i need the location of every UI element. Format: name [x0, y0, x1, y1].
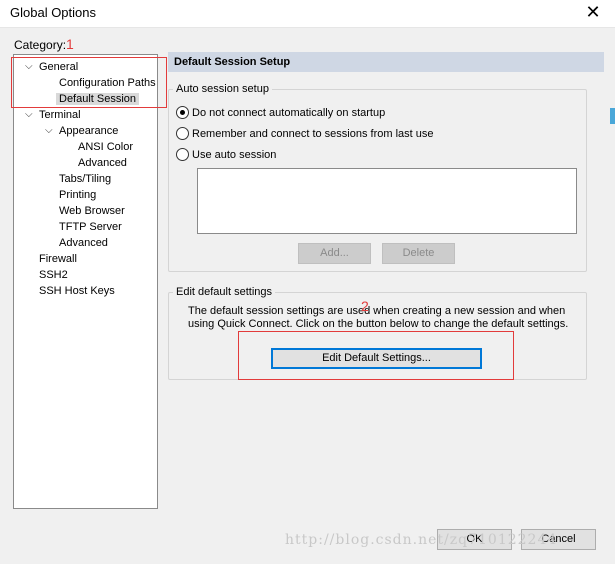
tree-item-label: Firewall: [39, 253, 77, 265]
tree-item-firewall[interactable]: Firewall: [39, 251, 77, 267]
tree-item-ssh-host-keys[interactable]: SSH Host Keys: [39, 283, 115, 299]
category-label-text: Category:: [14, 38, 67, 52]
close-icon[interactable]: ✕: [583, 2, 603, 22]
tree-item-printing[interactable]: Printing: [59, 187, 96, 203]
tree-item-ssh2[interactable]: SSH2: [39, 267, 68, 283]
delete-button[interactable]: Delete: [382, 243, 455, 264]
tree-item-label: Advanced: [59, 237, 108, 249]
tree-item-tftp-server[interactable]: TFTP Server: [59, 219, 122, 235]
tree-item-label: SSH Host Keys: [39, 285, 115, 297]
category-label: Category:1: [14, 36, 74, 52]
tree-item-label: Advanced: [78, 157, 127, 169]
chevron-down-icon[interactable]: ⌵: [45, 123, 55, 139]
radio-checked-icon[interactable]: [176, 106, 189, 119]
tree-item-label: Appearance: [59, 125, 119, 137]
tree-item-ansi-color[interactable]: ANSI Color: [78, 139, 133, 155]
radio-remember-sessions[interactable]: Remember and connect to sessions from la…: [176, 126, 434, 142]
auto-session-list[interactable]: [197, 168, 577, 234]
tree-item-label: Web Browser: [59, 205, 125, 217]
tree-item-web-browser[interactable]: Web Browser: [59, 203, 125, 219]
tree-item-terminal[interactable]: ⌵ Terminal: [25, 107, 81, 123]
chevron-down-icon[interactable]: ⌵: [25, 107, 35, 123]
tree-item-label: Printing: [59, 189, 97, 201]
radio-unchecked-icon[interactable]: [176, 148, 189, 161]
radio-do-not-connect[interactable]: Do not connect automatically on startup: [176, 105, 385, 121]
tree-item-appearance[interactable]: ⌵ Appearance: [45, 123, 119, 139]
edit-defaults-description-line1: The default session settings are used wh…: [188, 305, 566, 317]
tree-item-tabs-tiling[interactable]: Tabs/Tiling: [59, 171, 111, 187]
tree-item-appearance-advanced[interactable]: Advanced: [78, 155, 127, 171]
tree-item-label: TFTP Server: [59, 221, 122, 233]
tree-item-label: Tabs/Tiling: [59, 173, 112, 185]
add-button[interactable]: Add...: [298, 243, 371, 264]
window-title: Global Options: [10, 5, 96, 20]
edit-defaults-description-line2: using Quick Connect. Click on the button…: [188, 318, 569, 330]
edge-accent: [610, 108, 615, 124]
tree-item-label: Terminal: [39, 109, 81, 121]
category-tree[interactable]: ⌵ General Configuration Paths Default Se…: [13, 54, 158, 509]
panel-header: Default Session Setup: [168, 52, 604, 72]
annotation-marker-1: 1: [66, 36, 74, 52]
tree-item-label: SSH2: [39, 269, 68, 281]
watermark: http://blog.csdn.net/zq710122244: [285, 532, 558, 548]
annotation-box-2: [238, 331, 514, 380]
auto-session-group-title: Auto session setup: [173, 83, 272, 95]
radio-unchecked-icon[interactable]: [176, 127, 189, 140]
radio-label: Use auto session: [192, 149, 277, 161]
edit-defaults-group-title: Edit default settings: [173, 286, 276, 298]
radio-label: Remember and connect to sessions from la…: [192, 128, 434, 140]
radio-use-auto-session[interactable]: Use auto session: [176, 147, 276, 163]
annotation-marker-2: 2: [361, 298, 369, 314]
tree-item-label: ANSI Color: [78, 141, 134, 153]
radio-label: Do not connect automatically on startup: [192, 107, 386, 119]
annotation-box-1: [11, 57, 167, 108]
tree-item-terminal-advanced[interactable]: Advanced: [59, 235, 108, 251]
